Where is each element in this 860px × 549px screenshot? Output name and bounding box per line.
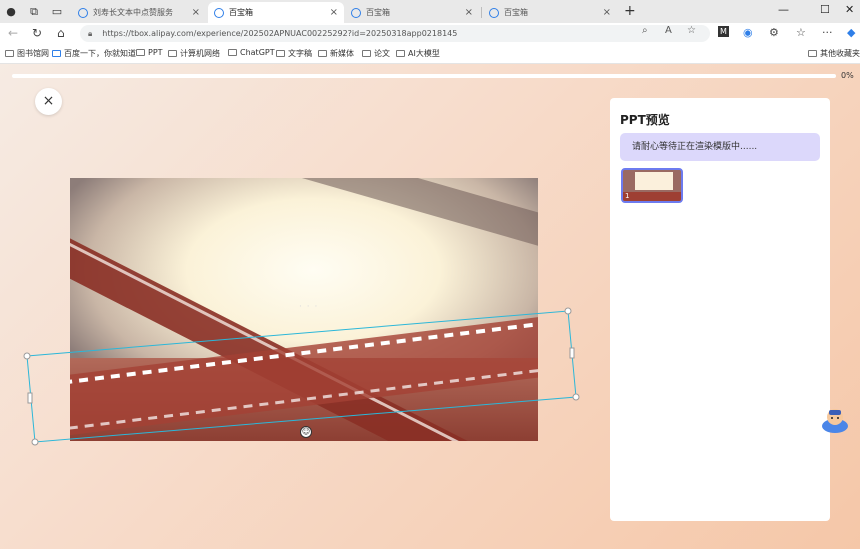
tab-title: 百宝箱 <box>229 8 253 17</box>
other-bookmarks[interactable]: 其他收藏夹 <box>808 48 860 59</box>
bookmark-label: ChatGPT <box>240 48 275 57</box>
bookmark-item[interactable]: 百度一下，你就知道 <box>52 48 136 59</box>
bookmark-label: 新媒体 <box>330 49 354 58</box>
bookmark-label: PPT <box>148 48 163 57</box>
bookmark-item[interactable]: 计算机网络 <box>168 48 220 59</box>
tab-favicon-icon <box>489 7 499 18</box>
folder-icon <box>136 49 145 56</box>
tab-2[interactable]: 百宝箱 × <box>345 2 479 23</box>
resize-handle[interactable] <box>569 347 575 359</box>
tab-title: 百宝箱 <box>366 8 390 17</box>
bookmark-item[interactable]: 图书馆网 <box>5 48 49 59</box>
tab-title: 百宝箱 <box>504 8 528 17</box>
page-content: 0% × · · · ☺ PPT预览 请耐心等待正在渲染模版中...... 1 <box>0 64 860 549</box>
folder-icon <box>318 50 327 57</box>
url-text: https://tbox.alipay.com/experience/20250… <box>102 29 458 38</box>
profile-icon[interactable]: ● <box>3 4 19 20</box>
tab-favicon-icon <box>78 7 88 18</box>
maximize-icon[interactable]: ☐ <box>820 3 830 16</box>
resize-handle[interactable] <box>23 352 31 360</box>
minimize-icon[interactable]: — <box>778 3 789 16</box>
resize-handle[interactable] <box>564 307 572 315</box>
assistant-mascot-icon[interactable] <box>820 404 850 434</box>
folder-icon <box>276 50 285 57</box>
tab-0[interactable]: 刘寿长文本中点赞服务 × <box>72 2 206 23</box>
tab-3[interactable]: 百宝箱 × <box>483 2 617 23</box>
more-menu-icon[interactable]: ··· <box>822 26 833 39</box>
tab-title: 刘寿长文本中点赞服务 <box>93 8 173 17</box>
folder-icon <box>228 49 237 56</box>
panel-title: PPT预览 <box>620 113 670 127</box>
bookmark-item[interactable]: 文字稿 <box>276 48 312 59</box>
ppt-preview-panel: PPT预览 请耐心等待正在渲染模版中...... 1 <box>610 98 830 521</box>
tab-separator <box>481 7 482 18</box>
thumbnail-image <box>623 170 681 201</box>
bookmark-item[interactable]: 新媒体 <box>318 48 354 59</box>
tab-favicon-icon <box>351 7 361 18</box>
resize-handle[interactable] <box>572 393 580 401</box>
resize-handle[interactable] <box>31 438 39 446</box>
extension-edge-icon[interactable]: ◉ <box>743 26 753 39</box>
favorite-star-icon[interactable]: ☆ <box>687 25 696 36</box>
tab-close-icon[interactable]: × <box>330 7 338 18</box>
bookmark-label: 论文 <box>374 49 390 58</box>
bookmark-label: 文字稿 <box>288 49 312 58</box>
refresh-icon[interactable]: ↻ <box>32 26 42 40</box>
folder-icon <box>362 50 371 57</box>
home-icon[interactable]: ⌂ <box>57 26 65 40</box>
address-row: ← ↻ ⌂ 🔒︎ https://tbox.alipay.com/experie… <box>0 23 860 44</box>
slide-number: 1 <box>625 192 630 200</box>
bookmark-label: 其他收藏夹 <box>820 49 860 58</box>
favorites-icon[interactable]: ☆ <box>796 26 806 39</box>
slide-thumbnail[interactable]: 1 <box>621 168 683 203</box>
bookmarks-bar: 图书馆网 百度一下，你就知道 PPT 计算机网络 ChatGPT 文字稿 新媒体… <box>0 44 860 64</box>
copilot-icon[interactable]: ◆ <box>847 26 855 39</box>
bookmark-item[interactable]: AI大模型 <box>396 48 440 59</box>
folder-icon <box>5 50 14 57</box>
tab-favicon-icon <box>214 7 224 18</box>
baidu-icon <box>52 50 61 57</box>
tab-close-icon[interactable]: × <box>465 7 473 18</box>
extension-m-icon[interactable]: M <box>718 26 729 37</box>
back-icon[interactable]: ← <box>8 26 18 40</box>
bookmark-label: 计算机网络 <box>180 49 220 58</box>
zoom-icon[interactable]: ⌕ <box>642 25 648 36</box>
extensions-icon[interactable]: ⚙ <box>769 26 779 39</box>
tab-actions-icon[interactable]: ▭ <box>49 4 65 20</box>
new-tab-button[interactable]: + <box>624 3 636 19</box>
bookmark-label: AI大模型 <box>408 49 440 58</box>
bookmark-item[interactable]: PPT <box>136 48 163 57</box>
bookmark-item[interactable]: ChatGPT <box>228 48 275 57</box>
bookmark-label: 图书馆网 <box>17 49 49 58</box>
rendering-notice: 请耐心等待正在渲染模版中...... <box>620 133 820 161</box>
lock-icon: 🔒︎ <box>88 28 93 38</box>
tab-strip: ● ⧉ ▭ 刘寿长文本中点赞服务 × 百宝箱 × 百宝箱 × 百宝箱 × + —… <box>0 0 860 23</box>
read-aloud-icon[interactable]: A <box>665 25 672 36</box>
folder-icon <box>396 50 405 57</box>
tab-close-icon[interactable]: × <box>192 7 200 18</box>
bookmark-label: 百度一下，你就知道 <box>64 49 136 58</box>
folder-icon <box>808 50 817 57</box>
folder-icon <box>168 50 177 57</box>
address-bar[interactable]: 🔒︎ https://tbox.alipay.com/experience/20… <box>80 25 710 42</box>
tab-close-icon[interactable]: × <box>603 7 611 18</box>
tab-1[interactable]: 百宝箱 × <box>208 2 344 23</box>
resize-handle[interactable] <box>27 392 33 404</box>
rotate-handle-icon[interactable]: ☺ <box>300 426 312 438</box>
bookmark-item[interactable]: 论文 <box>362 48 390 59</box>
close-window-icon[interactable]: ✕ <box>845 3 854 16</box>
workspaces-icon[interactable]: ⧉ <box>26 4 42 20</box>
